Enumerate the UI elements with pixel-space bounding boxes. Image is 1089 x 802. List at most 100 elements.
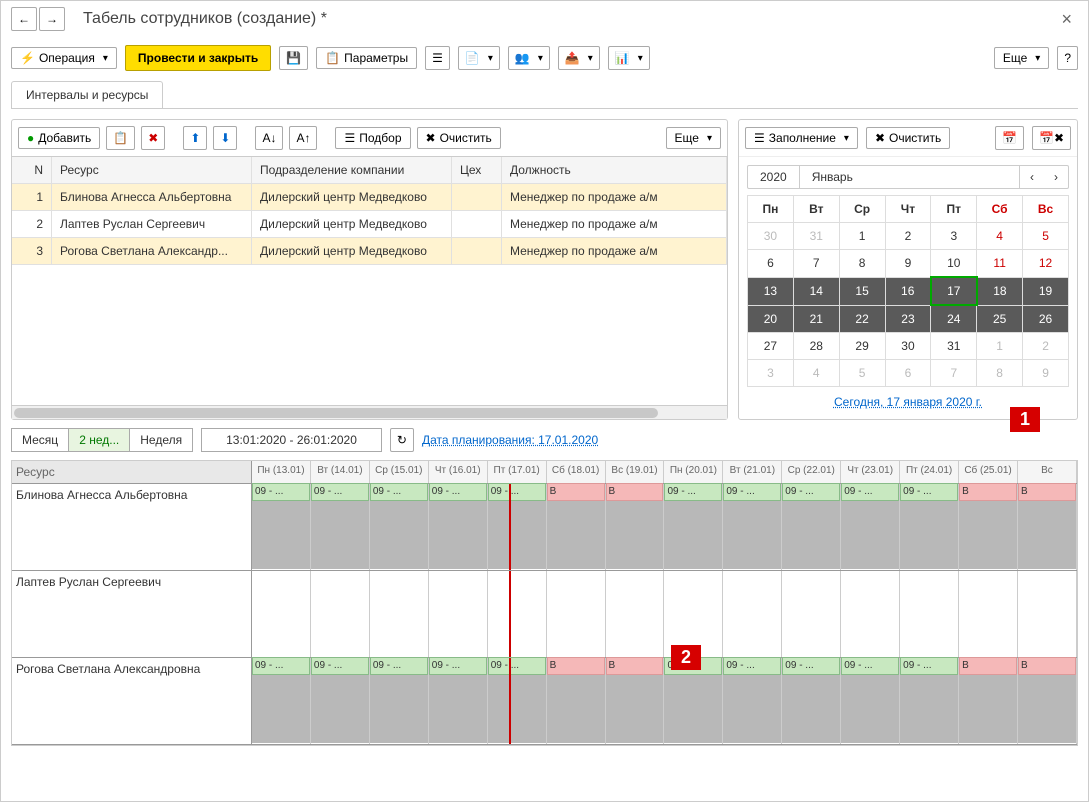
planner-resource[interactable]: Лаптев Руслан Сергеевич xyxy=(12,571,252,657)
planner-cell[interactable]: 09 - ... xyxy=(900,484,959,570)
calendar-day[interactable]: 30 xyxy=(885,333,931,360)
tree-button[interactable]: ☰ xyxy=(425,46,450,70)
calendar-day[interactable]: 15 xyxy=(839,277,885,305)
sort-desc-button[interactable]: A↑ xyxy=(289,126,317,150)
calendar-day[interactable]: 28 xyxy=(793,333,839,360)
planner-cell[interactable]: 09 - ... xyxy=(429,484,488,570)
planner-cell[interactable] xyxy=(959,571,1018,657)
col-department[interactable]: Подразделение компании xyxy=(252,157,452,183)
calendar-day[interactable]: 30 xyxy=(748,223,794,250)
planner-resource[interactable]: Блинова Агнесса Альбертовна xyxy=(12,484,252,570)
planner-cell[interactable] xyxy=(488,571,547,657)
table-row[interactable]: 3Рогова Светлана Александр...Дилерский ц… xyxy=(12,238,727,265)
calendar-day[interactable]: 2 xyxy=(1023,333,1069,360)
calendar-day[interactable]: 20 xyxy=(748,305,794,333)
planner-cell[interactable]: В xyxy=(1018,484,1077,570)
forward-button[interactable]: → xyxy=(39,7,65,31)
save-button[interactable]: 💾 xyxy=(279,46,308,70)
planner-resource[interactable]: Рогова Светлана Александровна xyxy=(12,658,252,744)
calendar-next[interactable]: › xyxy=(1044,166,1068,188)
planner-cell[interactable] xyxy=(900,571,959,657)
planner-cell[interactable]: 09 - ... xyxy=(311,658,370,744)
planner-cell[interactable] xyxy=(782,571,841,657)
delete-button[interactable]: ✖ xyxy=(141,126,165,150)
planner-cell[interactable]: 09 - ... xyxy=(782,658,841,744)
calendar-day[interactable]: 29 xyxy=(839,333,885,360)
planner-cell[interactable]: В xyxy=(959,658,1018,744)
clear-button[interactable]: ✖ Очистить xyxy=(417,127,501,149)
calendar-day[interactable]: 1 xyxy=(977,333,1023,360)
calendar-day[interactable]: 22 xyxy=(839,305,885,333)
planner-cell[interactable] xyxy=(1018,571,1077,657)
more-button[interactable]: Еще xyxy=(994,47,1049,69)
planner-cell[interactable]: В xyxy=(606,658,665,744)
calendar-day[interactable]: 16 xyxy=(885,277,931,305)
users-dropdown[interactable]: 👥 xyxy=(508,46,550,70)
move-down-button[interactable]: ⬇ xyxy=(213,126,237,150)
calendar-day[interactable]: 6 xyxy=(748,250,794,278)
planner-cell[interactable] xyxy=(723,571,782,657)
planner-cell[interactable] xyxy=(606,571,665,657)
calendar-day[interactable]: 31 xyxy=(793,223,839,250)
calendar-day[interactable]: 11 xyxy=(977,250,1023,278)
horizontal-scrollbar[interactable] xyxy=(12,405,727,419)
calendar-day[interactable]: 3 xyxy=(748,360,794,387)
calendar-day[interactable]: 26 xyxy=(1023,305,1069,333)
calendar-day[interactable]: 24 xyxy=(931,305,977,333)
planner-cell[interactable]: 09 - ... xyxy=(723,658,782,744)
planner-cell[interactable]: 09 - ... xyxy=(252,658,311,744)
table-row[interactable]: 1Блинова Агнесса АльбертовнаДилерский це… xyxy=(12,184,727,211)
view-2weeks[interactable]: 2 нед... xyxy=(69,429,130,451)
planner-cell[interactable]: В xyxy=(547,484,606,570)
calendar-day[interactable]: 19 xyxy=(1023,277,1069,305)
sort-asc-button[interactable]: A↓ xyxy=(255,126,283,150)
planner-cell[interactable] xyxy=(547,571,606,657)
calendar-day[interactable]: 9 xyxy=(1023,360,1069,387)
calendar-month[interactable]: Январь xyxy=(800,166,1020,188)
calendar-day[interactable]: 9 xyxy=(885,250,931,278)
calendar-day[interactable]: 10 xyxy=(931,250,977,278)
planner-cell[interactable]: В xyxy=(606,484,665,570)
params-button[interactable]: 📋 Параметры xyxy=(316,47,417,69)
col-position[interactable]: Должность xyxy=(502,157,727,183)
planner-cell[interactable]: 09 - ... xyxy=(841,484,900,570)
planner-cell[interactable]: 09 - ... xyxy=(488,658,547,744)
planner-cell[interactable] xyxy=(370,571,429,657)
clear2-button[interactable]: ✖ Очистить xyxy=(866,127,950,149)
planner-cell[interactable]: 09 - ... xyxy=(723,484,782,570)
calendar-day[interactable]: 7 xyxy=(793,250,839,278)
calendar-day[interactable]: 25 xyxy=(977,305,1023,333)
col-shop[interactable]: Цех xyxy=(452,157,502,183)
calendar-day[interactable]: 18 xyxy=(977,277,1023,305)
calendar-day[interactable]: 17 xyxy=(931,277,977,305)
view-month[interactable]: Месяц xyxy=(12,429,69,451)
planner-cell[interactable] xyxy=(252,571,311,657)
planner-cell[interactable]: 09 - ... xyxy=(841,658,900,744)
calendar-day[interactable]: 14 xyxy=(793,277,839,305)
fill-button[interactable]: ☰ Заполнение xyxy=(745,127,858,149)
calendar-day[interactable]: 8 xyxy=(839,250,885,278)
copy-button[interactable]: 📋 xyxy=(106,126,135,150)
calendar-day[interactable]: 3 xyxy=(931,223,977,250)
date-range[interactable]: 13:01:2020 - 26:01:2020 xyxy=(201,428,382,452)
doc-dropdown-1[interactable]: 📄 xyxy=(458,46,500,70)
close-icon[interactable]: × xyxy=(1055,9,1078,30)
move-up-button[interactable]: ⬆ xyxy=(183,126,207,150)
doc-dropdown-2[interactable]: 📤 xyxy=(558,46,600,70)
tab-intervals[interactable]: Интервалы и ресурсы xyxy=(11,81,163,108)
planner-cell[interactable] xyxy=(841,571,900,657)
refresh-button[interactable]: ↻ xyxy=(390,428,414,452)
calendar-view-button[interactable]: 📅 xyxy=(995,126,1024,150)
calendar-year[interactable]: 2020 xyxy=(748,166,800,188)
planner-cell[interactable]: В xyxy=(1018,658,1077,744)
add-button[interactable]: ● Добавить xyxy=(18,127,100,149)
plan-date-link[interactable]: Дата планирования: 17.01.2020 xyxy=(422,433,598,447)
calendar-day[interactable]: 7 xyxy=(931,360,977,387)
calendar-day[interactable]: 31 xyxy=(931,333,977,360)
planner-cell[interactable]: В xyxy=(547,658,606,744)
planner-cell[interactable]: 09 - ... xyxy=(311,484,370,570)
chart-dropdown[interactable]: 📊 xyxy=(608,46,650,70)
planner-cell[interactable]: В xyxy=(959,484,1018,570)
planner-cell[interactable] xyxy=(429,571,488,657)
operation-button[interactable]: ⚡Операция xyxy=(11,47,117,69)
